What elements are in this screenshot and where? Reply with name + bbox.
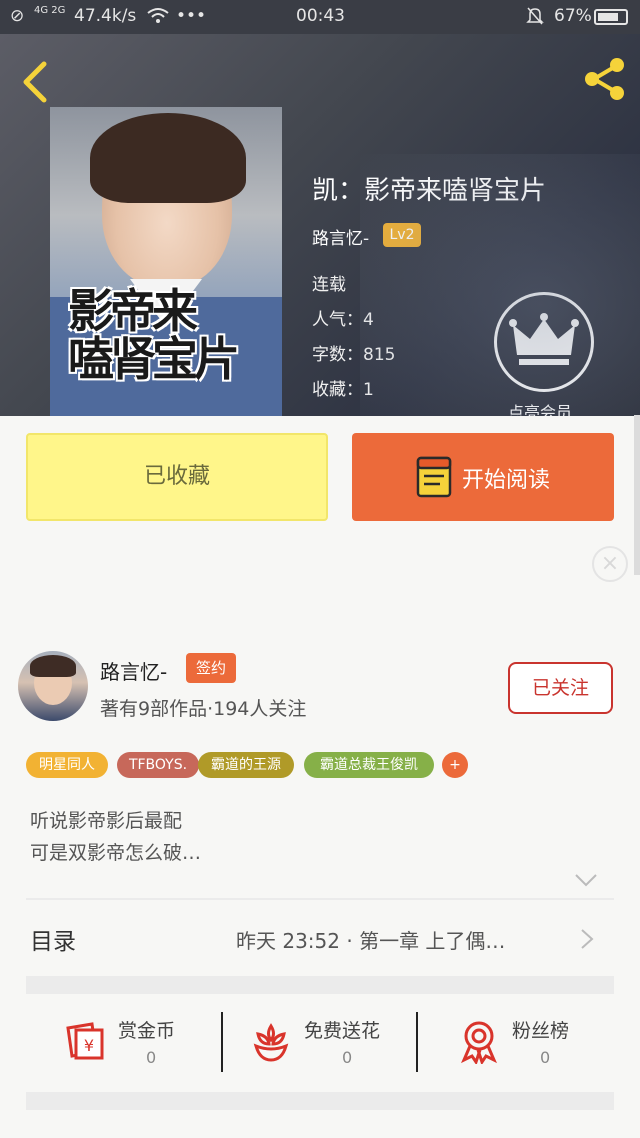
vip-label[interactable]: 点亮会员 [508, 399, 572, 416]
divider [416, 1012, 418, 1072]
medal-icon [461, 1021, 497, 1064]
mute-icon [526, 6, 544, 31]
book-cover[interactable]: 影帝来 嗑肾宝片 [50, 107, 282, 416]
gold-coin-reward[interactable]: ¥ 赏金币 0 [62, 1010, 222, 1080]
section-separator [26, 976, 614, 994]
share-button[interactable] [582, 56, 628, 102]
reward-label: 粉丝榜 [512, 1020, 570, 1042]
fan-ranking[interactable]: 粉丝榜 0 [456, 1010, 606, 1080]
book-author[interactable]: 路言忆- [312, 224, 369, 249]
close-icon[interactable]: × [592, 546, 628, 582]
follow-button[interactable]: 已关注 [508, 662, 613, 714]
start-reading-label: 开始阅读 [462, 468, 551, 493]
signed-badge: 签约 [186, 653, 236, 683]
red-envelope-icon: ¥ [66, 1022, 104, 1060]
book-header: 影帝来 嗑肾宝片 凯：影帝来嗑肾宝片 路言忆- Lv2 连载 人气：4 字数：8… [0, 34, 640, 416]
tag-item[interactable]: 霸道的王源 [198, 752, 294, 778]
scrollbar[interactable] [634, 415, 640, 575]
battery-percent: 67% [554, 6, 592, 26]
tag-item[interactable]: 霸道总裁王俊凯 [304, 752, 434, 778]
more-dots: ••• [176, 6, 207, 26]
cover-title: 影帝来 嗑肾宝片 [68, 284, 240, 386]
tag-item[interactable]: TFBOYS. [117, 752, 199, 778]
toc-label[interactable]: 目录 [30, 922, 76, 956]
status-bar: ⊘ 4G 2G 47.4k/s ••• 00:43 67% [0, 0, 640, 34]
book-icon [416, 456, 452, 498]
network-indicator: 4G 2G [34, 5, 66, 16]
collected-button[interactable]: 已收藏 [26, 433, 328, 521]
add-tag-button[interactable]: + [442, 752, 468, 778]
author-avatar[interactable] [18, 651, 88, 721]
tag-item[interactable]: 明星同人 [26, 752, 108, 778]
divider [26, 898, 614, 900]
reward-label: 赏金币 [118, 1020, 176, 1042]
chevron-right-icon[interactable] [580, 928, 594, 950]
share-icon [585, 58, 624, 100]
book-popularity: 人气：4 [312, 310, 374, 330]
book-status: 连载 [312, 275, 346, 295]
book-title: 凯：影帝来嗑肾宝片 [312, 176, 547, 206]
svg-text:¥: ¥ [84, 1036, 94, 1055]
chevron-down-icon[interactable] [574, 872, 598, 888]
book-word-count: 字数：815 [312, 345, 396, 365]
network-speed: 47.4k/s [74, 6, 137, 26]
section-separator [26, 1092, 614, 1110]
back-button[interactable] [18, 58, 54, 106]
description-line: 听说影帝影后最配 [30, 810, 183, 832]
book-favorites: 收藏：1 [312, 380, 374, 400]
author-stats: 著有9部作品·194人关注 [100, 698, 307, 720]
flower-icon [253, 1023, 289, 1062]
crown-icon [509, 313, 579, 365]
description-line: 可是双影帝怎么破… [30, 842, 202, 864]
send-flower-reward[interactable]: 免费送花 0 [248, 1010, 418, 1080]
reward-count: 0 [540, 1048, 551, 1067]
author-level-badge: Lv2 [383, 223, 421, 247]
cover-hair [90, 113, 246, 203]
latest-chapter[interactable]: 昨天 23:52 · 第一章 上了偶… [236, 925, 505, 954]
divider [221, 1012, 223, 1072]
no-disturb-icon: ⊘ [10, 6, 25, 26]
vip-button[interactable] [494, 292, 594, 392]
wifi-icon [146, 6, 170, 31]
reward-label: 免费送花 [304, 1020, 381, 1042]
start-reading-button[interactable]: 开始阅读 [352, 433, 614, 521]
clock: 00:43 [296, 6, 345, 26]
battery-icon [594, 9, 628, 25]
reward-count: 0 [146, 1048, 157, 1067]
chevron-left-icon [23, 61, 47, 103]
reward-count: 0 [342, 1048, 353, 1067]
author-name[interactable]: 路言忆- [100, 656, 167, 685]
